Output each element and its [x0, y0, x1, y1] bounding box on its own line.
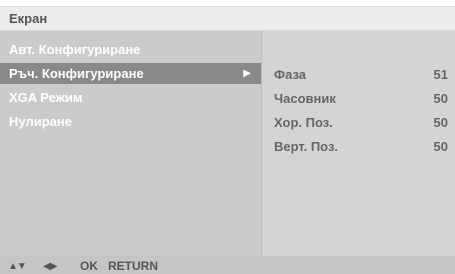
osd-menu: Екран Авт. Конфигуриране Ръч. Конфигурир…: [0, 0, 455, 274]
main-menu-panel: Авт. Конфигуриране Ръч. Конфигуриране ▶ …: [0, 31, 261, 256]
param-label: Верт. Поз.: [274, 139, 339, 154]
menu-item-label: Ръч. Конфигуриране: [9, 66, 144, 81]
menu-item-reset[interactable]: Нулиране: [0, 111, 261, 132]
menu-item-label: Авт. Конфигуриране: [9, 42, 141, 57]
param-value: 51: [433, 67, 448, 82]
title-bar: Екран: [0, 6, 455, 31]
navigation-hint-bar: ▲▼ ◀▶ OK RETURN: [0, 256, 455, 274]
param-row-phase[interactable]: Фаза 51: [274, 65, 448, 85]
menu-item-label: Нулиране: [9, 114, 72, 129]
triangle-right-icon: ▶: [243, 68, 251, 79]
param-value: 50: [433, 91, 448, 106]
page-title: Екран: [9, 11, 48, 26]
param-label: Часовник: [274, 91, 336, 106]
left-right-arrows-icon: ◀▶: [43, 261, 57, 272]
submenu-panel: Фаза 51 Часовник 50 Хор. Поз. 50 Верт. П…: [261, 31, 455, 256]
ok-hint: OK: [80, 259, 98, 273]
param-row-h-position[interactable]: Хор. Поз. 50: [274, 113, 448, 133]
param-label: Фаза: [274, 67, 307, 82]
up-down-arrows-icon: ▲▼: [8, 261, 27, 272]
menu-item-xga-mode[interactable]: XGA Режим: [0, 87, 261, 108]
menu-item-auto-config[interactable]: Авт. Конфигуриране: [0, 39, 261, 60]
param-row-v-position[interactable]: Верт. Поз. 50: [274, 137, 448, 157]
param-value: 50: [433, 115, 448, 130]
menu-item-manual-config[interactable]: Ръч. Конфигуриране ▶: [0, 63, 261, 84]
param-value: 50: [433, 139, 448, 154]
menu-item-label: XGA Режим: [9, 90, 83, 105]
param-row-clock[interactable]: Часовник 50: [274, 89, 448, 109]
return-hint: RETURN: [108, 259, 158, 273]
param-label: Хор. Поз.: [274, 115, 333, 130]
